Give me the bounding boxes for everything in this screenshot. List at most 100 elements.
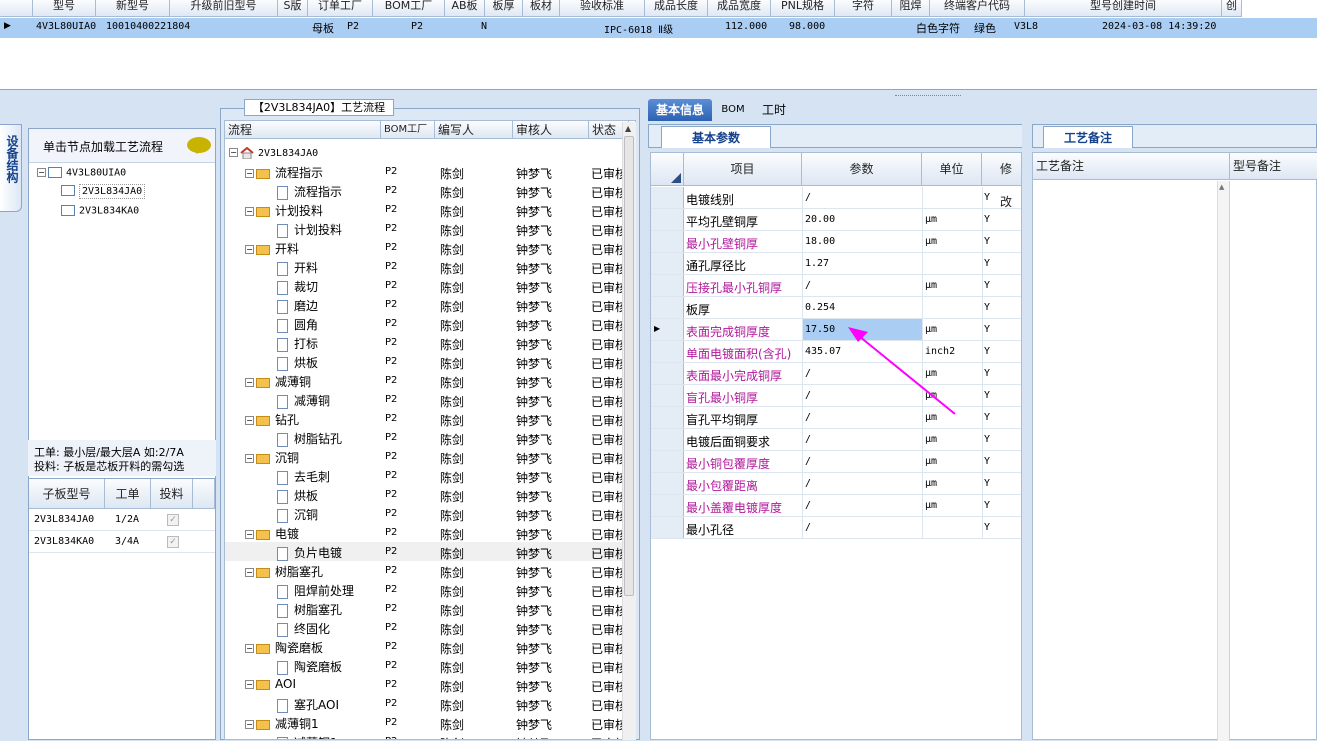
collapse-icon[interactable]: −: [245, 207, 254, 216]
collapse-icon[interactable]: −: [245, 680, 254, 689]
right-splitter[interactable]: [1022, 124, 1028, 740]
row-header[interactable]: [651, 209, 684, 230]
col-header-top-13[interactable]: PNL规格: [771, 0, 835, 17]
tree-step-row[interactable]: 裁切 P2 陈剑 钟梦飞 已审核: [225, 276, 623, 295]
col-header-top-3[interactable]: 升级前旧型号: [170, 0, 278, 17]
model-grid-selected-row[interactable]: ▶ 4V3L80UIA0 10010400221804 母板 P2 P2 N I…: [0, 18, 1317, 38]
cell-new-model[interactable]: 10010400221804: [106, 21, 190, 32]
row-header[interactable]: [651, 231, 684, 252]
col-header-top-18[interactable]: 创: [1222, 0, 1242, 17]
param-row[interactable]: 最小铜包覆厚度 / μm Y: [651, 451, 1021, 473]
feed-checkbox[interactable]: ✓: [167, 536, 179, 548]
tree-folder-row[interactable]: − 钻孔 P2 陈剑 钟梦飞 已审核: [225, 409, 623, 428]
tree-folder-row[interactable]: − 计划投料 P2 陈剑 钟梦飞 已审核: [225, 200, 623, 219]
tree-node-child-2[interactable]: 2V3L834KA0: [61, 205, 139, 217]
collapse-icon[interactable]: −: [245, 416, 254, 425]
cell-bom-factory[interactable]: P2: [411, 21, 423, 32]
collapse-icon[interactable]: −: [245, 245, 254, 254]
tree-step-row[interactable]: 减薄铜1 P2 陈剑 钟梦飞 已审核: [225, 732, 623, 739]
param-row[interactable]: 最小包覆距离 / μm Y: [651, 473, 1021, 495]
col-header-top-2[interactable]: 新型号: [96, 0, 170, 17]
col-header-reviewer[interactable]: 审核人: [513, 121, 589, 139]
cell-param[interactable]: 0.254: [802, 297, 922, 318]
col-header-top-8[interactable]: 板厚: [485, 0, 523, 17]
cell-board-type[interactable]: 母板: [312, 20, 334, 36]
row-header[interactable]: [651, 253, 684, 274]
row-header[interactable]: [651, 517, 684, 538]
row-header[interactable]: [651, 495, 684, 516]
table-row[interactable]: 2V3L834JA0 1/2A ✓: [29, 509, 215, 531]
tree-node-root[interactable]: − 4V3L80UIA0: [37, 167, 126, 179]
cell-param[interactable]: /: [802, 473, 922, 494]
tree-step-row[interactable]: 烘板 P2 陈剑 钟梦飞 已审核: [225, 352, 623, 371]
row-header[interactable]: [651, 429, 684, 450]
cell-param[interactable]: 20.00: [802, 209, 922, 230]
cell-param[interactable]: /: [802, 275, 922, 296]
tree-step-row[interactable]: 负片电镀 P2 陈剑 钟梦飞 已审核: [225, 542, 623, 561]
tree-folder-row[interactable]: − 树脂塞孔 P2 陈剑 钟梦飞 已审核: [225, 561, 623, 580]
row-header[interactable]: ▶: [651, 319, 684, 340]
col-header-process-remark[interactable]: 工艺备注: [1033, 153, 1230, 180]
collapse-icon[interactable]: −: [245, 454, 254, 463]
tree-folder-row[interactable]: − 减薄铜 P2 陈剑 钟梦飞 已审核: [225, 371, 623, 390]
tree-step-row[interactable]: 减薄铜 P2 陈剑 钟梦飞 已审核: [225, 390, 623, 409]
col-header-top-14[interactable]: 字符: [835, 0, 892, 17]
tree-step-row[interactable]: 开料 P2 陈剑 钟梦飞 已审核: [225, 257, 623, 276]
cell-standard[interactable]: IPC-6018 Ⅱ级: [604, 21, 673, 36]
row-header[interactable]: [651, 297, 684, 318]
col-header-wo[interactable]: 工单: [105, 479, 151, 509]
tree-step-row[interactable]: 流程指示 P2 陈剑 钟梦飞 已审核: [225, 181, 623, 200]
row-header[interactable]: [651, 363, 684, 384]
col-header-writer[interactable]: 编写人: [435, 121, 513, 139]
tree-node-child-1[interactable]: 2V3L834JA0: [61, 183, 146, 199]
tab-bom[interactable]: BOM: [716, 99, 750, 121]
cell-param[interactable]: /: [802, 451, 922, 472]
row-header[interactable]: [651, 473, 684, 494]
collapse-icon[interactable]: −: [245, 644, 254, 653]
tree-folder-row[interactable]: − 陶瓷磨板 P2 陈剑 钟梦飞 已审核: [225, 637, 623, 656]
tree-folder-row[interactable]: − AOI P2 陈剑 钟梦飞 已审核: [225, 675, 623, 694]
cell-param[interactable]: /: [802, 187, 922, 208]
param-row[interactable]: 最小孔壁铜厚 18.00 μm Y: [651, 231, 1021, 253]
col-header-top-11[interactable]: 成品长度: [645, 0, 708, 17]
tab-work-hours[interactable]: 工时: [754, 99, 794, 121]
cell-param[interactable]: /: [802, 495, 922, 516]
col-header-top-6[interactable]: BOM工厂: [373, 0, 445, 17]
param-row[interactable]: 最小盖覆电镀厚度 / μm Y: [651, 495, 1021, 517]
tree-root-row[interactable]: − 2V3L834JA0: [225, 143, 623, 162]
row-header[interactable]: [651, 275, 684, 296]
tree-step-row[interactable]: 陶瓷磨板 P2 陈剑 钟梦飞 已审核: [225, 656, 623, 675]
collapse-icon[interactable]: −: [245, 378, 254, 387]
side-tab-device-structure[interactable]: 设备结构: [0, 124, 22, 212]
tree-step-row[interactable]: 磨边 P2 陈剑 钟梦飞 已审核: [225, 295, 623, 314]
tree-step-row[interactable]: 树脂塞孔 P2 陈剑 钟梦飞 已审核: [225, 599, 623, 618]
remarks-scrollbar[interactable]: [1217, 181, 1229, 741]
cell-model[interactable]: 4V3L80UIA0: [36, 21, 96, 32]
tree-step-row[interactable]: 圆角 P2 陈剑 钟梦飞 已审核: [225, 314, 623, 333]
col-header-top-9[interactable]: 板材: [523, 0, 560, 17]
cell-param[interactable]: /: [802, 429, 922, 450]
param-row[interactable]: 通孔厚径比 1.27 Y: [651, 253, 1021, 275]
tab-basic-info[interactable]: 基本信息: [648, 99, 712, 121]
cell-param[interactable]: 18.00: [802, 231, 922, 252]
col-header-top-10[interactable]: 验收标准: [560, 0, 645, 17]
row-header[interactable]: [651, 385, 684, 406]
scroll-up-icon[interactable]: ▲: [625, 124, 631, 133]
col-header-item[interactable]: 项目: [684, 153, 802, 186]
tree-step-row[interactable]: 塞孔AOI P2 陈剑 钟梦飞 已审核: [225, 694, 623, 713]
cell-mask[interactable]: 绿色: [974, 20, 996, 36]
tree-step-row[interactable]: 沉铜 P2 陈剑 钟梦飞 已审核: [225, 504, 623, 523]
tree-step-row[interactable]: 阻焊前处理 P2 陈剑 钟梦飞 已审核: [225, 580, 623, 599]
col-header-sub-model[interactable]: 子板型号: [29, 479, 105, 509]
param-row[interactable]: 电镀线别 / Y: [651, 187, 1021, 209]
col-header-top-16[interactable]: 终端客户代码: [930, 0, 1025, 17]
middle-splitter[interactable]: [640, 98, 646, 740]
col-header-top-15[interactable]: 阻焊: [892, 0, 930, 17]
cell-length[interactable]: 112.000: [725, 21, 767, 32]
tree-step-row[interactable]: 烘板 P2 陈剑 钟梦飞 已审核: [225, 485, 623, 504]
col-header-bom[interactable]: BOM工厂: [381, 121, 435, 139]
tree-folder-row[interactable]: − 减薄铜1 P2 陈剑 钟梦飞 已审核: [225, 713, 623, 732]
tree-step-row[interactable]: 树脂钻孔 P2 陈剑 钟梦飞 已审核: [225, 428, 623, 447]
tree-step-row[interactable]: 计划投料 P2 陈剑 钟梦飞 已审核: [225, 219, 623, 238]
col-header-feed[interactable]: 投料: [151, 479, 193, 509]
